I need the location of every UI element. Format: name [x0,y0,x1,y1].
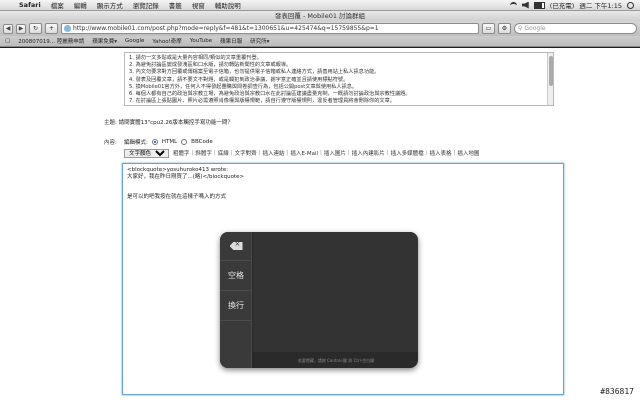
page-icon[interactable]: ▭ [482,23,495,34]
browser-toolbar: ◀ ▶ ↻ + http://www.mobile01.com/post.php… [0,21,640,36]
format-bold[interactable]: 粗體字 [173,149,190,157]
bbcode-radio[interactable] [181,139,188,145]
space-button[interactable]: 空格 [220,261,252,291]
bookmark-item[interactable]: 研究所▾ [250,37,269,45]
insert-media[interactable]: 插入多媒體檔 [391,149,424,157]
volume-icon[interactable] [521,1,529,9]
scroll-thumb[interactable] [549,56,553,86]
rule-line: 5. 換Mobile01官方外，任何人不得發起團購與問卷調查行為，包括公開pos… [129,83,358,90]
bookmarks-icon[interactable]: ▢ [5,38,10,44]
bookmark-item[interactable]: Google [125,38,144,44]
search-placeholder: Google [524,25,546,32]
reply-text: 是可以的吧我按在就在這樣子嗎入的方式 [127,193,227,200]
insert-image[interactable]: 插入圖片 [324,149,346,157]
menu-view[interactable]: 顯示方式 [92,0,128,10]
subject-row: 主題: 請問實體13"cpu2.26版本觸控手寫功能一問？ [104,118,233,126]
spotlight-icon[interactable] [627,1,634,9]
menu-app[interactable]: Safari [14,1,46,9]
url-text: http://www.mobile01.com/post.php?mode=re… [73,25,379,32]
settings-gear-icon[interactable]: ⚙ [498,23,511,34]
rules-box[interactable]: 1. 請勿一文多貼或是大量內容相同/類似的文章重覆刊登。 2. 為避免討論區變成… [124,52,554,106]
edit-mode: 編輯模式: HTML BBCode [124,138,213,146]
forward-button[interactable]: ▶ [16,23,26,34]
search-icon: ⚲ [518,25,523,32]
battery-icon[interactable] [533,1,545,9]
quote-line: 大家好，我在昨日剛買了...(略)</blockquote> [127,173,245,180]
mode-label: 編輯模式: [124,140,148,146]
delete-button[interactable] [220,232,252,261]
menubar: Safari 檔案 編輯 顯示方式 瀏覽記錄 書籤 視窗 輔助說明 (已充電) … [0,0,640,11]
palette-controls: 空格 換行 [220,232,252,368]
menu-edit[interactable]: 編輯 [69,0,92,10]
rule-line: 7. 在討論區上張貼圖片、照片必需遵照肖像權與版權規範，請自行遵守版權規則，違反… [129,98,395,105]
subject-label: 主題: [104,120,117,126]
bookmark-item[interactable]: YouTube [190,38,212,44]
format-toolbar: 文字顏色 粗體字 | 斜體字 | 底線 | 文字對齊 | 插入連結 | 插入E-Mail |… [124,148,479,158]
menu-help[interactable]: 輔助說明 [210,0,246,10]
reload-icon[interactable]: ↻ [29,23,42,34]
insert-link[interactable]: 插入連結 [263,149,285,157]
clock[interactable]: 週二 下午1:15 [579,0,622,10]
bookmarks-bar: ▢ 200807019... 陸麗務申請 蘋果免費▾ Google Yahoo!… [0,36,640,47]
wifi-icon[interactable] [509,1,517,9]
window-title: 發表回覆 - Mobile01 討論群組 [0,11,640,21]
text-color-select[interactable]: 文字顏色 [124,148,169,158]
web-page: 1. 請勿一文多貼或是大量內容相同/類似的文章重覆刊登。 2. 為避免討論區變成… [0,48,640,400]
palette-hint: 若要隱藏，請按 Control-鍵 與 Ctrl-空白鍵 [297,358,375,363]
html-label[interactable]: HTML [162,139,177,145]
back-button[interactable]: ◀ [3,23,13,34]
format-underline[interactable]: 底線 [218,149,229,157]
rules-scrollbar[interactable] [547,53,553,105]
enter-button[interactable]: 換行 [220,291,252,321]
insert-table[interactable]: 插入表格 [430,149,452,157]
content-label: 內容: [104,140,117,146]
handwriting-palette[interactable]: 空格 換行 若要隱藏，請按 Control-鍵 與 Ctrl-空白鍵 [220,232,418,368]
globe-icon [64,25,71,32]
rule-line: 3. 內文勿要求對方回覆或傳檔案至電子信箱，也勿提供電子信箱或私人連絡方式，請善… [129,69,380,76]
bookmark-item[interactable]: 200807019... 陸麗務申請 [18,37,84,45]
bbcode-label[interactable]: BBCode [191,139,213,145]
bookmark-item[interactable]: 蘋果免費▾ [92,37,117,45]
format-italic[interactable]: 斜體字 [195,149,212,157]
menu-window[interactable]: 視窗 [187,0,210,10]
subject-value[interactable]: 請問實體13"cpu2.26版本觸控手寫功能一問？ [119,120,233,126]
address-bar[interactable]: http://www.mobile01.com/post.php?mode=re… [61,23,479,34]
menu-file[interactable]: 檔案 [46,0,69,10]
bookmark-item[interactable]: 蘋果日報 [220,37,242,45]
battery-status: (已充電) [549,2,575,10]
rule-line: 4. 發表及回覆文章，請不要文不對題，或是觸犯到政治爭議，謝字意正確並且請使用標… [129,76,349,83]
quote-line: <blockquote>yosuhuroko413 wrote: [127,167,229,173]
format-align[interactable]: 文字對齊 [235,149,257,157]
watermark: #836817 [598,387,636,396]
menu-bookmarks[interactable]: 書籤 [164,0,187,10]
bookmark-item[interactable]: Yahoo!奇摩 [152,37,181,45]
menu-history[interactable]: 瀏覽記錄 [128,0,164,10]
insert-email[interactable]: 插入E-Mail [290,149,318,157]
menubar-status: (已充電) 週二 下午1:15 [509,0,640,10]
search-input[interactable]: ⚲ Google [514,23,637,34]
add-bookmark-icon[interactable]: + [45,23,58,34]
delete-icon [229,242,243,250]
insert-map[interactable]: 插入地圖 [457,149,479,157]
insert-video[interactable]: 插入內建影片 [352,149,385,157]
handwriting-area[interactable] [253,232,418,352]
html-radio[interactable] [151,139,158,145]
